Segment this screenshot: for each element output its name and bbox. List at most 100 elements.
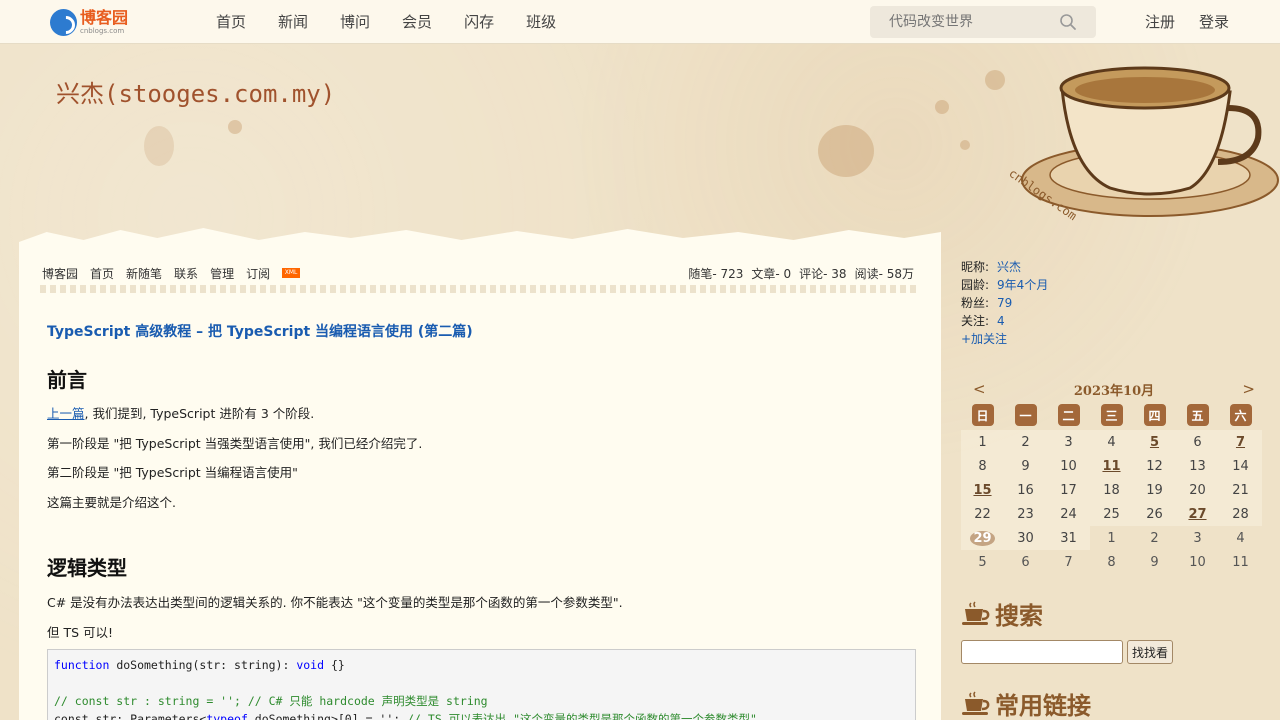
calendar-day[interactable]: 11 bbox=[1090, 454, 1133, 478]
calendar-day: 11 bbox=[1232, 554, 1249, 570]
nav-membership[interactable]: 会员 bbox=[386, 0, 448, 44]
calendar-weekday: 一 bbox=[1004, 400, 1047, 430]
calendar-day: 23 bbox=[1004, 502, 1047, 526]
calendar-day[interactable]: 7 bbox=[1219, 430, 1262, 454]
follow-link[interactable]: 4 bbox=[997, 314, 1005, 328]
calendar-day: 20 bbox=[1176, 478, 1219, 502]
code-block[interactable]: function doSomething(str: string): void … bbox=[47, 649, 916, 720]
age-link[interactable]: 9年4个月 bbox=[997, 278, 1048, 292]
calendar-day: 26 bbox=[1133, 502, 1176, 526]
coffee-stain bbox=[960, 140, 970, 150]
calendar-day: 4 bbox=[1090, 430, 1133, 454]
heading-logic-types: 逻辑类型 bbox=[47, 556, 127, 580]
search-heading-text: 搜索 bbox=[995, 602, 1043, 630]
calendar-day[interactable]: 5 bbox=[1133, 430, 1176, 454]
calendar-day: 4 bbox=[1236, 530, 1245, 546]
coffee-stain bbox=[228, 120, 242, 134]
nav-flash[interactable]: 闪存 bbox=[448, 0, 510, 44]
sidebar-search-input[interactable] bbox=[961, 640, 1123, 664]
code-line: function doSomething(str: string): void … bbox=[54, 658, 345, 672]
nickname-link[interactable]: 兴杰 bbox=[997, 260, 1021, 274]
register-link[interactable]: 注册 bbox=[1145, 0, 1175, 44]
calendar-day: 22 bbox=[961, 502, 1004, 526]
search-icon[interactable] bbox=[1059, 13, 1077, 31]
fans-link[interactable]: 79 bbox=[997, 296, 1012, 310]
nav-home[interactable]: 首页 bbox=[200, 0, 262, 44]
calendar-prev-button[interactable]: < bbox=[973, 380, 986, 398]
nav-questions[interactable]: 博问 bbox=[324, 0, 386, 44]
label: 园龄: bbox=[961, 278, 990, 292]
calendar-day[interactable]: 15 bbox=[961, 478, 1004, 502]
calendar-day: 3 bbox=[1193, 530, 1202, 546]
calendar-day: 18 bbox=[1090, 478, 1133, 502]
blog-title[interactable]: 兴杰(stooges.com.my) bbox=[56, 74, 335, 109]
calendar-day[interactable]: 27 bbox=[1176, 502, 1219, 526]
blognav-subscribe[interactable]: 订阅 bbox=[246, 265, 270, 282]
calendar-day: 5 bbox=[978, 554, 987, 570]
paragraph: 第二阶段是 "把 TypeScript 当编程语言使用" bbox=[47, 465, 298, 480]
calendar-weekday: 三 bbox=[1090, 400, 1133, 430]
calendar-day: 16 bbox=[1004, 478, 1047, 502]
links-heading: 常用链接 bbox=[961, 686, 1091, 720]
calendar-day: 30 bbox=[1004, 526, 1047, 550]
stat-posts: 随笔- 723 bbox=[688, 267, 744, 281]
coffee-stain bbox=[144, 126, 174, 166]
paragraph: 上一篇, 我们提到, TypeScript 进阶有 3 个阶段. bbox=[47, 403, 314, 422]
divider bbox=[40, 285, 918, 293]
calendar-month: 2023年10月 bbox=[1073, 383, 1155, 399]
coffee-stain bbox=[935, 100, 949, 114]
calendar-day: 10 bbox=[1047, 454, 1090, 478]
coffee-stain bbox=[818, 125, 874, 177]
calendar-grid: 日一二三四五六 1 2 3 4 5 6 7 8 9 10 11 12 13 14 15 16 17 18 19 20 21… bbox=[961, 400, 1262, 574]
blognav-home[interactable]: 首页 bbox=[90, 265, 114, 282]
rss-logo-icon bbox=[50, 8, 77, 36]
blognav-cnblogs[interactable]: 博客园 bbox=[42, 265, 78, 282]
calendar-day[interactable]: 29 bbox=[961, 526, 1004, 550]
add-follow-link[interactable]: +加关注 bbox=[961, 332, 1007, 346]
calendar-day: 21 bbox=[1219, 478, 1262, 502]
site-search-input[interactable] bbox=[889, 14, 1069, 30]
coffee-cup-icon bbox=[962, 690, 990, 715]
blog-stats: 随笔- 723 文章- 0 评论- 38 阅读- 58万 bbox=[688, 265, 914, 282]
calendar-day: 13 bbox=[1176, 454, 1219, 478]
calendar-next-button[interactable]: > bbox=[1242, 380, 1255, 398]
logo-text: 博客园 bbox=[80, 7, 129, 27]
calendar-day: 14 bbox=[1219, 454, 1262, 478]
profile-nickname-row: 昵称: 兴杰 bbox=[961, 258, 1048, 276]
previous-post-link[interactable]: 上一篇 bbox=[47, 406, 85, 421]
calendar-day: 2 bbox=[1004, 430, 1047, 454]
calendar-weekday: 五 bbox=[1176, 400, 1219, 430]
stat-comments: 评论- 38 bbox=[799, 267, 847, 281]
nav-class[interactable]: 班级 bbox=[510, 0, 572, 44]
calendar-weekday: 四 bbox=[1133, 400, 1176, 430]
cnblogs-logo[interactable]: 博客园 cnblogs.com bbox=[50, 7, 128, 37]
paragraph: C# 是没有办法表达出类型间的逻辑关系的. 你不能表达 "这个变量的类型是那个函… bbox=[47, 595, 623, 610]
xml-feed-icon[interactable]: XML bbox=[282, 268, 301, 278]
calendar-day: 6 bbox=[1021, 554, 1030, 570]
label: 关注: bbox=[961, 314, 990, 328]
coffee-cup-icon bbox=[962, 600, 990, 625]
search-heading: 搜索 bbox=[961, 596, 1043, 631]
blognav-admin[interactable]: 管理 bbox=[210, 265, 234, 282]
calendar-day: 1 bbox=[1107, 530, 1116, 546]
coffee-cup-illustration: cnblogs.com bbox=[1006, 66, 1279, 223]
calendar-day: 8 bbox=[961, 454, 1004, 478]
profile-fans-row: 粉丝: 79 bbox=[961, 294, 1048, 312]
calendar-day: 24 bbox=[1047, 502, 1090, 526]
sidebar-search-button[interactable]: 找找看 bbox=[1127, 640, 1174, 664]
links-heading-text: 常用链接 bbox=[995, 692, 1091, 720]
calendar-day: 19 bbox=[1133, 478, 1176, 502]
calendar-day: 3 bbox=[1047, 430, 1090, 454]
blognav-contact[interactable]: 联系 bbox=[174, 265, 198, 282]
paragraph-text: , 我们提到, TypeScript 进阶有 3 个阶段. bbox=[84, 406, 315, 421]
post-title[interactable]: TypeScript 高级教程 – 把 TypeScript 当编程语言使用 (… bbox=[47, 321, 473, 341]
blognav-new-post[interactable]: 新随笔 bbox=[126, 265, 162, 282]
stat-articles: 文章- 0 bbox=[751, 267, 792, 281]
paragraph: 这篇主要就是介绍这个. bbox=[47, 495, 176, 510]
nav-news[interactable]: 新闻 bbox=[262, 0, 324, 44]
login-link[interactable]: 登录 bbox=[1199, 0, 1229, 44]
calendar-day: 31 bbox=[1047, 526, 1090, 550]
blog-nav: 博客园 首页 新随笔 联系 管理 订阅 XML bbox=[42, 265, 301, 282]
calendar-day: 9 bbox=[1004, 454, 1047, 478]
